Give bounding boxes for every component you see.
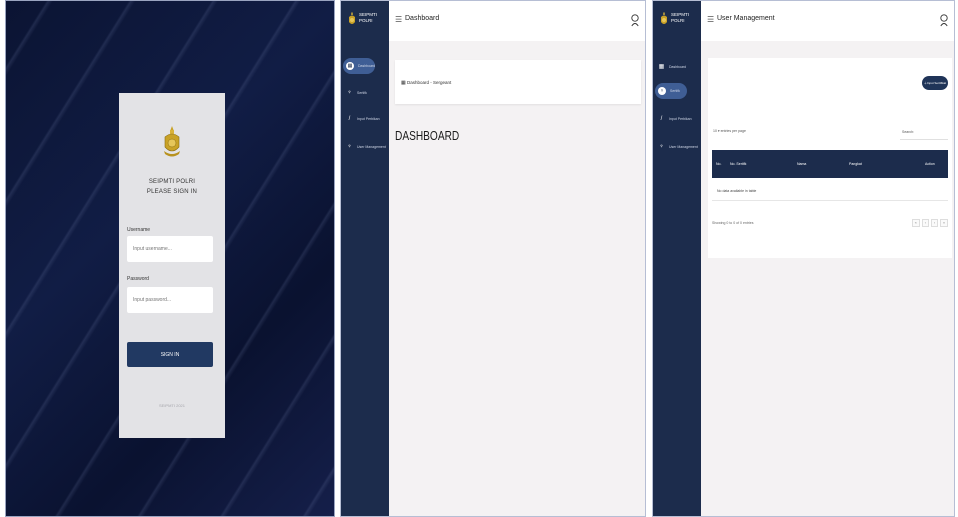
pen-icon: /	[348, 116, 351, 122]
user-table-card: ＋Input Sertifikat 10 ▾ entries per page …	[708, 58, 952, 258]
page-title: User Management	[717, 15, 775, 22]
sidebar-item-label: Sertifk	[670, 89, 680, 93]
search-input[interactable]: Search:	[900, 125, 948, 140]
brand[interactable]: SEIPMTI POLRI	[343, 6, 387, 36]
login-card: SEIPMTI POLRI PLEASE SIGN IN Username Pa…	[119, 93, 225, 438]
brand-line2: POLRI	[359, 17, 373, 23]
sidebar-item-label: Dashboard	[358, 64, 376, 68]
sidebar-item-input-perbikan[interactable]: / Input Perbikan	[341, 110, 389, 128]
prev-page-button[interactable]: ‹	[921, 219, 929, 227]
brand[interactable]: SEIPMTI POLRI	[655, 6, 699, 36]
sidebar-item-label: User Management	[669, 145, 698, 149]
empty-table-message: No data available in table	[717, 189, 757, 193]
login-screen: SEIPMTI POLRI PLEASE SIGN IN Username Pa…	[5, 0, 335, 517]
login-title-line1: SEIPMTI POLRI	[148, 179, 196, 185]
column-header[interactable]: No. Sertifk	[730, 162, 746, 166]
dashboard-heading: DASHBOARD	[395, 128, 460, 143]
certificate-icon: ♆	[347, 90, 352, 96]
login-footer: SEIPMTI 2021	[158, 403, 185, 408]
topbar: ☰ User Management	[701, 1, 954, 41]
users-icon: ♆	[347, 144, 352, 150]
police-emblem-icon	[164, 126, 180, 157]
column-header[interactable]: No.	[716, 162, 721, 166]
sidebar: SEIPMTI POLRI ▦ Dashboard ♆ Sertifk / In…	[341, 1, 389, 516]
sidebar: SEIPMTI POLRI ▦ Dashboard ♆ Sertifk / In…	[653, 1, 701, 516]
hamburger-icon[interactable]: ☰	[707, 16, 714, 24]
police-emblem-icon	[349, 12, 355, 24]
dashboard-screen: SEIPMTI POLRI ▦ Dashboard ♆ Sertifk / In…	[340, 0, 646, 517]
password-field[interactable]	[127, 287, 213, 313]
sidebar-item-input-perbikan[interactable]: / Input Perbikan	[653, 110, 701, 128]
breadcrumb: ▦ Dashboard - Sergeant	[401, 80, 451, 86]
username-label: Username	[127, 227, 151, 233]
topbar: ☰ Dashboard	[389, 1, 645, 41]
last-page-button[interactable]: »	[940, 219, 948, 227]
user-management-screen: SEIPMTI POLRI ▦ Dashboard ♆ Sertifk / In…	[652, 0, 955, 517]
next-page-button[interactable]: ›	[930, 219, 939, 227]
dashboard-icon: ▦	[658, 64, 665, 70]
sidebar-item-label: Input Perbikan	[357, 117, 380, 121]
sidebar-item-label: User Management	[357, 145, 386, 149]
sign-in-button[interactable]: SIGN IN	[127, 342, 213, 367]
pagination: « ‹ › »	[911, 219, 948, 227]
column-header[interactable]: Pangkat	[849, 162, 862, 166]
table-info: Showing 0 to 0 of 0 entries	[712, 221, 754, 225]
sidebar-item-dashboard[interactable]: ▦ Dashboard	[653, 58, 701, 76]
search-label: Search:	[902, 130, 915, 134]
brand-text: SEIPMTI POLRI	[671, 12, 699, 23]
pen-icon: /	[660, 116, 663, 122]
breadcrumb-card: ▦ Dashboard - Sergeant	[395, 60, 641, 104]
sidebar-item-label: Input Perbikan	[669, 117, 692, 121]
users-icon: ♆	[659, 144, 664, 150]
column-header[interactable]: Action	[925, 162, 935, 166]
table-header: No. No. Sertifk Nama Pangkat Action	[712, 150, 948, 178]
hamburger-icon[interactable]: ☰	[395, 16, 402, 24]
breadcrumb-text: Dashboard - Sergeant	[407, 80, 452, 85]
entries-per-page-select[interactable]: 10 ▾ entries per page	[713, 129, 746, 133]
certificate-icon: ♆	[658, 87, 666, 95]
sidebar-item-label: Sertifk	[357, 91, 367, 95]
first-page-button[interactable]: «	[911, 219, 920, 227]
sidebar-item-label: Dashboard	[669, 65, 687, 69]
dashboard-icon: ▦	[346, 62, 354, 70]
brand-text: SEIPMTI POLRI	[359, 12, 387, 23]
user-icon[interactable]	[940, 13, 948, 27]
username-field[interactable]	[127, 236, 213, 262]
password-label: Password	[127, 276, 149, 282]
input-sertifikat-button[interactable]: ＋Input Sertifikat	[922, 76, 948, 90]
login-title-line2: PLEASE SIGN IN	[146, 189, 198, 195]
user-icon[interactable]	[631, 13, 639, 27]
add-button-label: Input Sertifikat	[926, 81, 947, 85]
brand-line2: POLRI	[671, 17, 685, 23]
dashboard-icon: ▦	[401, 80, 406, 86]
sidebar-item-user-management[interactable]: ♆ User Management	[653, 138, 701, 156]
sidebar-item-sertifk[interactable]: ♆ Sertifk	[341, 84, 389, 102]
police-emblem-icon	[661, 12, 667, 24]
sidebar-item-dashboard[interactable]: ▦ Dashboard	[341, 57, 389, 75]
table-row: No data available in table	[712, 182, 948, 201]
sidebar-item-sertifk[interactable]: ♆ Sertifk	[653, 82, 701, 100]
sidebar-item-user-management[interactable]: ♆ User Management	[341, 138, 389, 156]
column-header[interactable]: Nama	[797, 162, 806, 166]
page-title: Dashboard	[405, 15, 440, 22]
